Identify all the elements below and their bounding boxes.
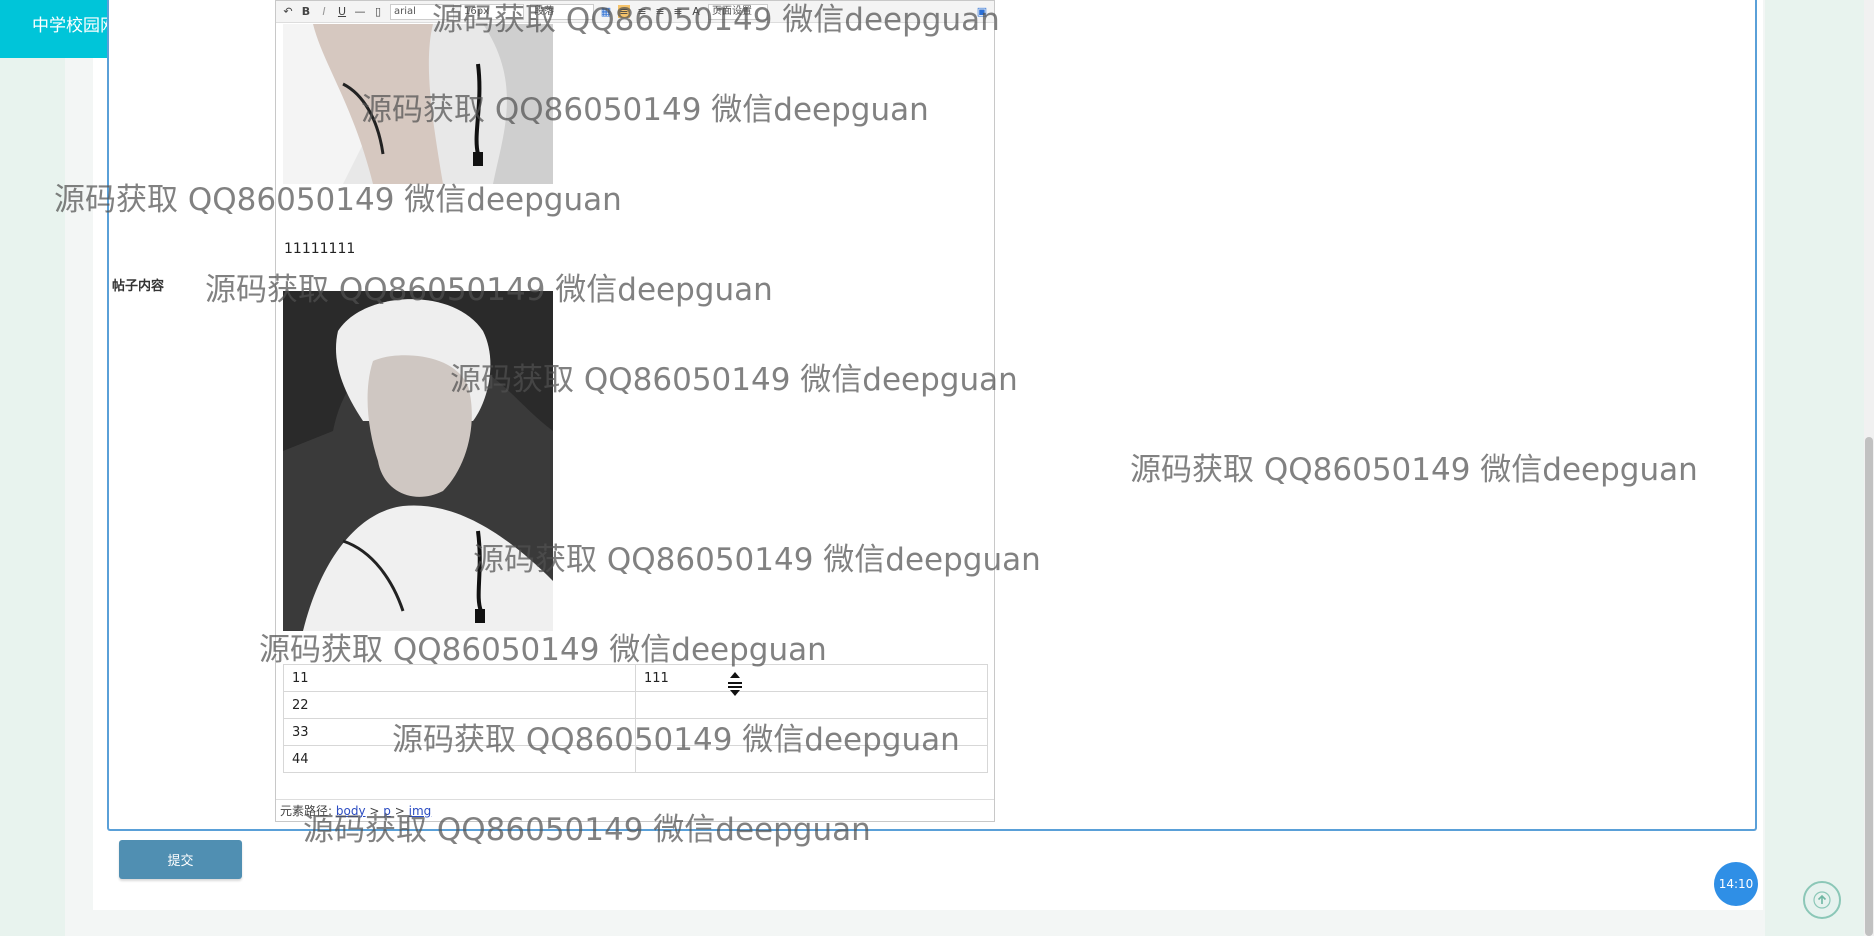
submit-button[interactable]: 提交	[119, 840, 242, 879]
left-background-strip	[0, 0, 65, 936]
watermark-text: 源码获取 QQ86050149 微信deepguan	[54, 182, 622, 218]
table-cell[interactable]: 22	[283, 691, 636, 719]
watermark-text: 源码获取 QQ86050149 微信deepguan	[361, 92, 929, 128]
table-row: 11 111	[283, 664, 988, 692]
watermark-text: 源码获取 QQ86050149 微信deepguan	[205, 272, 773, 308]
undo-icon[interactable]: ↶	[282, 5, 294, 18]
clock-badge: 14:10	[1714, 862, 1758, 906]
bold-button[interactable]: B	[300, 5, 312, 18]
watermark-text: 源码获取 QQ86050149 微信deepguan	[259, 632, 827, 668]
table-row: 22	[283, 691, 988, 719]
paragraph-text: 11111111	[284, 241, 356, 257]
table-cell[interactable]: 111	[635, 664, 988, 692]
italic-icon[interactable]: I	[318, 5, 330, 18]
content-image-2[interactable]	[283, 291, 553, 631]
watermark-text: 源码获取 QQ86050149 微信deepguan	[473, 542, 1041, 578]
back-to-top-button[interactable]	[1803, 881, 1841, 919]
arrow-up-icon	[1813, 891, 1831, 909]
content-field-label: 帖子内容	[112, 279, 165, 294]
row-resize-cursor-icon	[728, 672, 742, 696]
watermark-text: 源码获取 QQ86050149 微信deepguan	[1130, 452, 1698, 488]
horizontal-rule-icon[interactable]: —	[354, 5, 366, 18]
table-cell[interactable]: 11	[283, 664, 636, 692]
underline-button[interactable]: U	[336, 5, 348, 18]
table-cell[interactable]	[635, 691, 988, 719]
scrollbar-thumb[interactable]	[1865, 437, 1873, 936]
watermark-text: 源码获取 QQ86050149 微信deepguan	[392, 722, 960, 758]
watermark-text: 源码获取 QQ86050149 微信deepguan	[303, 812, 871, 848]
page-icon[interactable]: ▯	[372, 5, 384, 18]
watermark-text: 源码获取 QQ86050149 微信deepguan	[432, 2, 1000, 38]
watermark-text: 源码获取 QQ86050149 微信deepguan	[450, 362, 1018, 398]
